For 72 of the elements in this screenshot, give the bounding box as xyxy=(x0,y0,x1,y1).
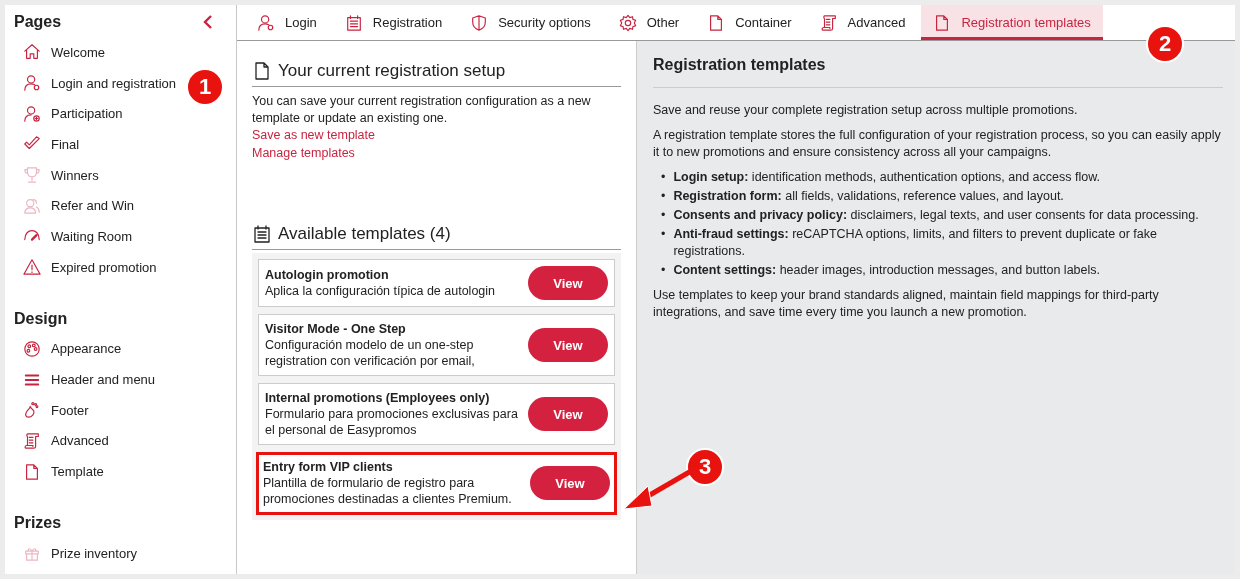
bullet-marker: • xyxy=(661,226,666,243)
view-button[interactable]: View xyxy=(528,266,608,300)
shield-icon xyxy=(470,13,489,32)
house-icon xyxy=(23,43,41,62)
sidebar-item[interactable]: Welcome xyxy=(14,37,105,68)
template-name: Entry form VIP clients xyxy=(263,459,394,475)
sidebar-item[interactable]: Header and menu xyxy=(14,364,156,395)
description-text: You can save your current registration configuration as a new template or update an existing one. xyxy=(252,93,592,126)
sidebar-item[interactable]: Advanced xyxy=(14,425,109,457)
template-description: Plantilla de formulario de registro para promociones destinadas a clientes Premium. xyxy=(263,475,513,507)
tab[interactable]: Other xyxy=(606,5,692,40)
users-icon xyxy=(23,196,41,215)
bullet-marker: • xyxy=(661,188,666,205)
paragraph: Save and reuse your complete registration setup across multiple promotions. xyxy=(653,102,1079,119)
link[interactable]: Save as new template xyxy=(252,126,621,144)
bullet-item: Registration form: all fields, validations, reference values, and layout. xyxy=(673,188,1064,205)
sidebar-item[interactable]: Appearance xyxy=(14,333,122,365)
bullet-marker: • xyxy=(661,207,666,224)
sidebar-item[interactable]: Final xyxy=(14,129,80,160)
user-plus-icon xyxy=(23,104,41,123)
bullet-item: Consents and privacy policy: disclaimers, legal texts, and user consents for data processing. xyxy=(673,207,1199,224)
sidebar-item[interactable]: Template xyxy=(14,456,104,487)
bullet-item: Anti-fraud settings: reCAPTCHA options, limits, and filters to prevent duplicate or fake registrations. xyxy=(673,226,1158,260)
page-icon xyxy=(252,61,272,81)
collapse-icon[interactable] xyxy=(202,14,214,30)
template-description: Configuración modelo de un one-step registration con verificación por email, xyxy=(265,337,476,369)
view-button[interactable]: View xyxy=(528,328,608,362)
user-icon xyxy=(257,13,275,32)
sidebar-item[interactable]: Winners xyxy=(14,159,99,191)
section-title: Your current registration setup xyxy=(278,61,506,81)
bullet-item: Content settings: header images, introduction messages, and button labels. xyxy=(673,262,1100,279)
sidebar-item[interactable]: Participation xyxy=(14,98,123,130)
sidebar-item[interactable]: Login and registration xyxy=(14,67,177,99)
scroll-icon xyxy=(23,431,41,450)
palette-icon xyxy=(23,339,41,358)
tab[interactable]: Registration xyxy=(332,5,455,40)
page-icon xyxy=(23,462,41,481)
tab[interactable]: Advanced xyxy=(807,5,918,40)
tab[interactable]: Security options xyxy=(458,5,603,40)
section-title: Available templates (4) xyxy=(278,224,451,244)
bullet-item: Login setup: identification methods, authentication options, and access flow. xyxy=(673,169,1100,186)
sidebar-item[interactable]: Footer xyxy=(14,394,89,426)
user-icon xyxy=(23,74,41,93)
warning-icon xyxy=(23,258,41,277)
paragraph: Use templates to keep your brand standards aligned, maintain field mappings for third-party integrations, and save time every time you launch a new promotion. xyxy=(653,287,1160,321)
section-title: Prizes xyxy=(14,513,62,532)
gear-icon xyxy=(618,13,637,32)
sidebar-item[interactable]: Waiting Room xyxy=(14,221,133,252)
list-icon xyxy=(344,13,363,32)
scroll-icon xyxy=(819,13,838,32)
section-title: Pages xyxy=(14,13,62,31)
view-button[interactable]: View xyxy=(530,466,610,500)
sidebar-item[interactable]: Expired promotion xyxy=(14,251,157,283)
section-title: Design xyxy=(14,309,68,328)
template-name: Internal promotions (Employees only) xyxy=(265,390,491,406)
tab[interactable]: Login xyxy=(245,5,329,40)
sidebar-item[interactable]: Prize inventory xyxy=(14,537,137,569)
paragraph: A registration template stores the full configuration of your registration process, so you can easily apply it to new promotions and ensure consistency across all your campaigns. xyxy=(653,127,1222,161)
tab[interactable]: Registration templates xyxy=(921,5,1103,40)
view-button[interactable]: View xyxy=(528,397,608,431)
template-name: Visitor Mode - One Step xyxy=(265,321,407,337)
bullet-marker: • xyxy=(661,169,666,186)
sidebar-item[interactable]: Refer and Win xyxy=(14,190,135,222)
template-description: Aplica la configuración típica de autologin xyxy=(265,283,496,299)
bullet-marker: • xyxy=(661,262,666,279)
template-name: Autologin promotion xyxy=(265,267,390,283)
link[interactable]: Manage templates xyxy=(252,144,621,162)
list-icon xyxy=(252,224,272,244)
foot-icon xyxy=(23,401,41,420)
tab[interactable]: Container xyxy=(695,5,804,40)
template-description: Formulario para promociones exclusivas para el personal de Easypromos xyxy=(265,406,519,438)
trophy-icon xyxy=(23,166,41,185)
